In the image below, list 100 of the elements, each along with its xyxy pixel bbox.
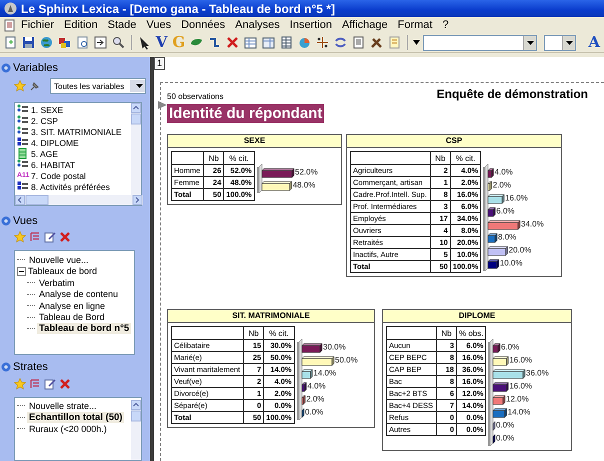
tree-add-icon[interactable] <box>29 378 41 390</box>
caret-icon <box>526 40 534 44</box>
caret-icon <box>566 40 573 44</box>
bar <box>261 181 292 191</box>
edit-icon[interactable] <box>44 231 56 244</box>
tree-item[interactable]: Tableau de bord n°5 <box>37 323 132 334</box>
variable-item[interactable]: 2. CSP <box>31 116 58 126</box>
value-label: 16.0% <box>510 356 532 364</box>
variable-item[interactable]: 7. Code postal <box>31 170 86 181</box>
menu-item[interactable]: Fichier <box>16 19 60 31</box>
save-icon[interactable] <box>21 35 36 50</box>
column-header: % obs. <box>456 326 486 340</box>
tree-item[interactable]: Ruraux (<20 000h.) <box>27 424 109 434</box>
tree-add-icon[interactable] <box>29 231 41 244</box>
bar <box>493 343 501 353</box>
column-header: Nb <box>244 326 264 340</box>
variable-item[interactable]: 3. SIT. MATRIMONIALE <box>31 126 122 137</box>
star-icon[interactable] <box>14 378 26 390</box>
value-label: 2.0% <box>493 180 512 190</box>
import-icon[interactable] <box>93 35 108 50</box>
tree-item[interactable]: Analyse de contenu <box>37 289 120 300</box>
pin-icon[interactable] <box>29 80 41 92</box>
globe-icon[interactable] <box>39 35 54 50</box>
tree-item[interactable]: Nouvelle vue... <box>27 254 91 265</box>
value-label: 0.0% <box>496 434 515 442</box>
variable-item[interactable]: 8. Activités préférées <box>31 182 110 192</box>
value-label: 50.0% <box>334 356 358 364</box>
caret-icon[interactable] <box>412 40 420 45</box>
value-label: 6.0% <box>496 206 515 216</box>
refresh-icon[interactable] <box>333 35 348 50</box>
value-label: 14.0% <box>313 368 336 378</box>
bar <box>488 259 500 269</box>
note-icon[interactable] <box>387 35 402 50</box>
table-icon[interactable] <box>261 35 276 50</box>
collapse-icon[interactable] <box>17 266 26 276</box>
panel-title: Strates <box>13 361 48 374</box>
section-icon <box>1 216 11 226</box>
menu-item[interactable]: Edition <box>59 19 103 31</box>
delete-icon[interactable] <box>225 35 240 50</box>
new-document-icon[interactable] <box>3 35 18 50</box>
delete-icon[interactable] <box>59 378 71 390</box>
section-heading: Identité du répondant <box>167 104 324 123</box>
value-label: 4.0% <box>494 168 513 176</box>
variable-item[interactable]: 4. DIPLOME <box>31 138 79 148</box>
cubes-icon[interactable] <box>57 35 72 50</box>
bar <box>488 233 498 243</box>
value-label: 52.0% <box>294 168 318 176</box>
tree-item[interactable]: Nouvelle strate... <box>27 400 99 411</box>
menu-item[interactable]: Analyses <box>230 19 285 31</box>
menu-item[interactable]: Vues <box>141 19 176 31</box>
column-header: % cit. <box>450 152 481 164</box>
value-label: 4.0% <box>307 382 326 390</box>
scrollbar[interactable] <box>15 195 143 206</box>
table-icon[interactable] <box>243 35 258 50</box>
column-header: Nb <box>430 152 450 164</box>
tree-item[interactable]: Echantillon total (50) <box>27 412 124 423</box>
scatter-icon[interactable] <box>315 35 330 50</box>
bar <box>488 246 508 256</box>
size-dropdown[interactable] <box>544 34 576 50</box>
edit-icon[interactable] <box>44 378 56 390</box>
bar <box>493 369 526 379</box>
search-icon[interactable] <box>111 35 126 50</box>
panel-title: Vues <box>13 214 38 227</box>
value-label: 20.0% <box>508 246 532 254</box>
tree-item[interactable]: Verbatim <box>37 278 77 288</box>
letter-button[interactable]: V <box>154 35 168 50</box>
menu-item[interactable]: Affichage <box>336 19 393 31</box>
menu-item[interactable]: Données <box>176 19 230 31</box>
value-label: 8.0% <box>498 232 517 242</box>
variable-item[interactable]: 5. AGE <box>31 148 58 159</box>
bar <box>301 356 334 366</box>
bar <box>488 181 492 191</box>
value-label: 14.0% <box>508 408 531 416</box>
column-header: Nb <box>204 152 224 164</box>
tree-item[interactable]: Tableaux de bord <box>26 266 100 276</box>
report-title: Enquête de démonstration <box>436 86 588 101</box>
variable-item[interactable]: 1. SEXE <box>31 104 64 115</box>
table-title: SIT. MATRIMONIALE <box>168 310 374 323</box>
menu-item[interactable]: Format <box>392 19 438 31</box>
variable-item[interactable]: 6. HABITAT <box>31 160 76 170</box>
document-icon[interactable] <box>351 35 366 50</box>
star-icon[interactable] <box>14 80 26 92</box>
menu-item[interactable]: Insertion <box>284 19 337 31</box>
tree-item[interactable]: Analyse en ligne <box>37 300 108 311</box>
menu-item[interactable]: Stade <box>102 19 142 31</box>
table-title: DIPLOME <box>383 310 571 323</box>
scrollbar[interactable] <box>131 400 141 460</box>
grid-icon[interactable] <box>279 35 294 50</box>
bar <box>493 395 506 405</box>
tree-item[interactable]: Tableau de Bord <box>37 312 107 322</box>
star-icon[interactable] <box>14 231 26 244</box>
value-label: 6.0% <box>501 342 520 352</box>
scrollbar[interactable] <box>131 103 141 196</box>
page-preview-icon[interactable] <box>75 35 90 50</box>
variable-filter-dropdown[interactable]: Toutes les variables <box>50 78 146 94</box>
delete-icon[interactable] <box>59 231 71 244</box>
font-button[interactable]: A <box>587 35 601 50</box>
section-icon <box>1 362 11 372</box>
menu-item[interactable]: ? <box>437 19 454 31</box>
observations-count: 50 observations <box>167 92 224 101</box>
